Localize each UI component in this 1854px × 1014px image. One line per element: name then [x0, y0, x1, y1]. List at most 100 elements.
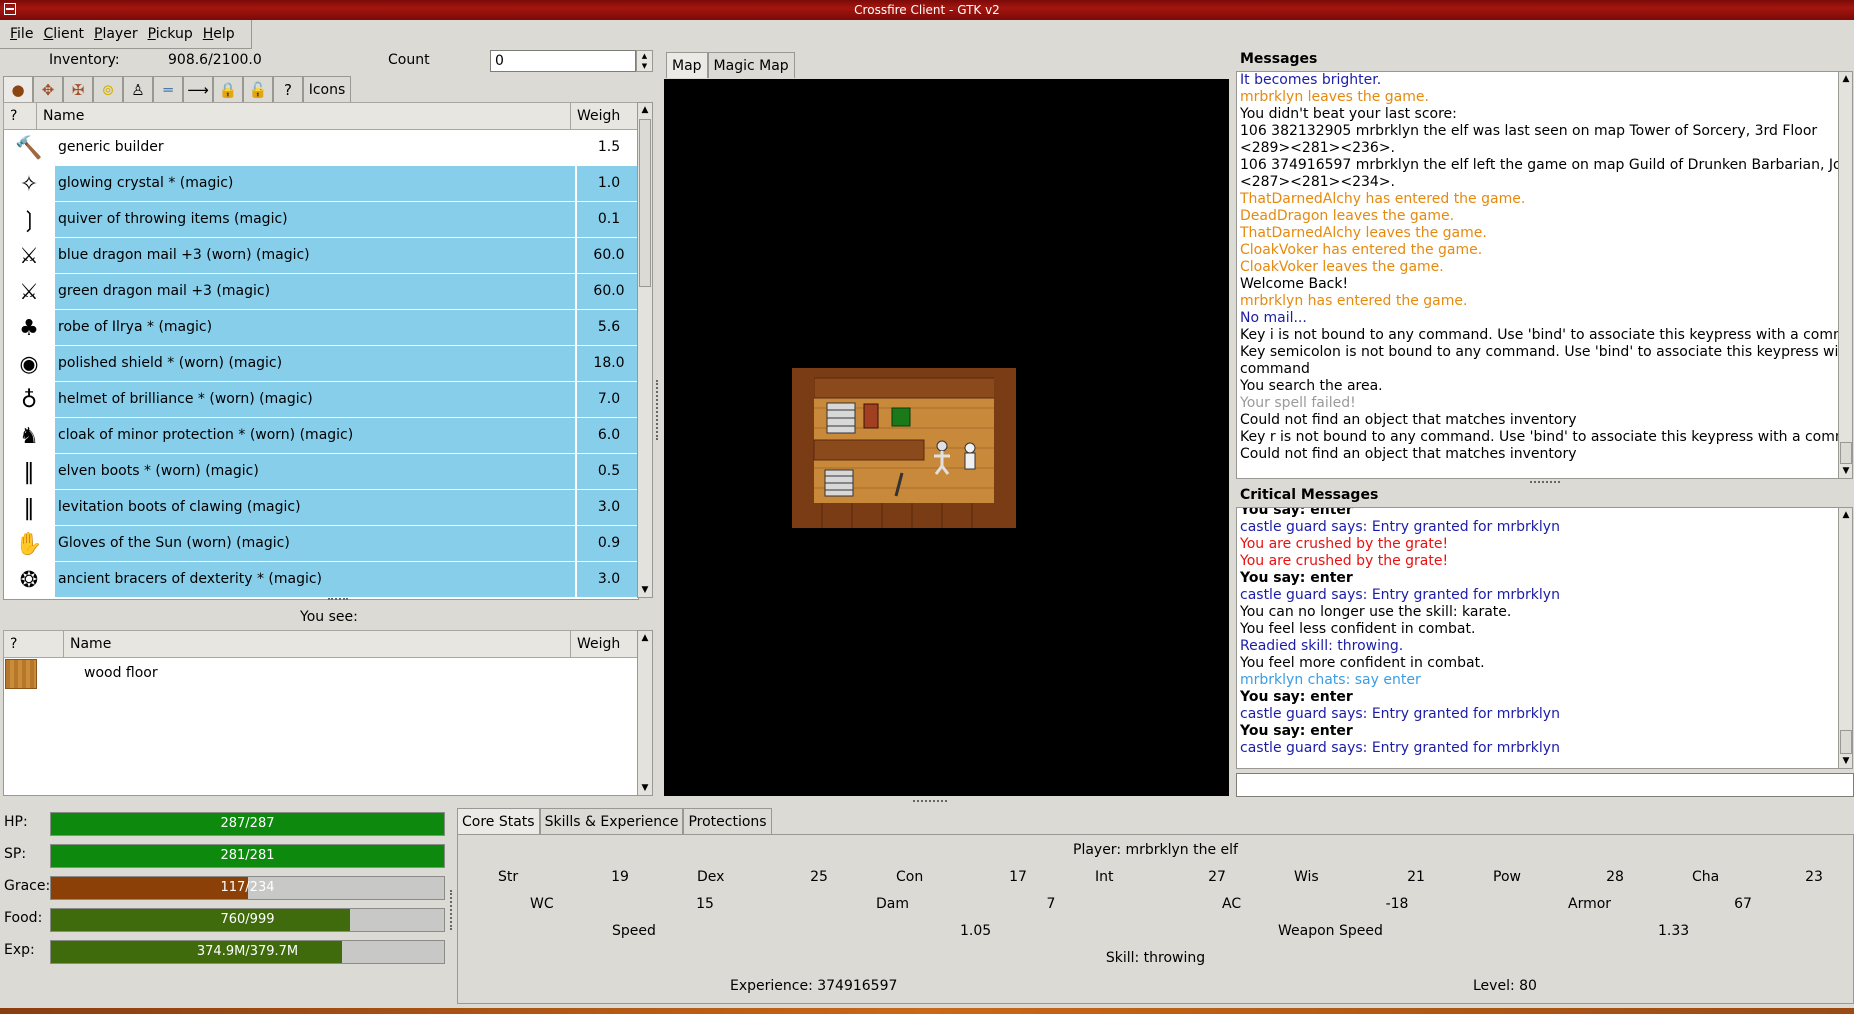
- combat-stat-value: 67: [1734, 896, 1752, 912]
- combat-stat-name: Dam: [876, 896, 909, 912]
- count-stepper[interactable]: ▲ ▼: [636, 50, 653, 72]
- messages-scrollbar[interactable]: ▲ ▼: [1838, 71, 1853, 479]
- message-line: It becomes brighter.: [1240, 72, 1382, 88]
- crossbow-icon[interactable]: ✠: [63, 76, 93, 104]
- inventory-item-weight: 5.6: [575, 310, 641, 345]
- message-line: CloakVoker leaves the game.: [1240, 259, 1444, 275]
- message-line: mrbrklyn leaves the game.: [1240, 89, 1429, 105]
- inventory-item[interactable]: ♁ helmet of brilliance * (worn) (magic) 7.…: [3, 382, 641, 418]
- tab-core-stats[interactable]: Core Stats: [457, 808, 540, 834]
- menu-file[interactable]: File: [5, 20, 38, 48]
- bottom-resize-handle[interactable]: [913, 800, 947, 803]
- critical-lines: You say: enter castle guard says: Entry g…: [1237, 508, 1838, 757]
- window-title: Crossfire Client - GTK v2: [854, 3, 1000, 17]
- tab-map[interactable]: Map: [666, 52, 708, 78]
- attr-name: Wis: [1294, 869, 1319, 885]
- inventory-col-name[interactable]: Name: [36, 102, 571, 130]
- message-line: Could not find an object that matches in…: [1240, 412, 1577, 428]
- inventory-item[interactable]: ⚔ blue dragon mail +3 (worn) (magic) 60.0: [3, 238, 641, 274]
- message-line: ThatDarnedAlchy has entered the game.: [1240, 191, 1526, 207]
- inventory-item-name: glowing crystal * (magic): [55, 166, 575, 201]
- map-view[interactable]: [664, 79, 1229, 796]
- icons-tab[interactable]: Icons: [303, 76, 351, 104]
- combat-stat-name: WC: [530, 896, 554, 912]
- inventory-item[interactable]: ♣ robe of Ilrya * (magic) 5.6: [3, 310, 641, 346]
- inventory-item[interactable]: ⚔ green dragon mail +3 (magic) 60.0: [3, 274, 641, 310]
- inventory-item[interactable]: ❂ ancient bracers of dexterity * (magic) 3…: [3, 562, 641, 598]
- scrollbar-thumb[interactable]: [1840, 730, 1852, 754]
- scrollbar-thumb[interactable]: [639, 119, 651, 287]
- inventory-col-flag[interactable]: ?: [3, 102, 37, 130]
- inventory-item[interactable]: ❳ quiver of throwing items (magic) 0.1: [3, 202, 641, 238]
- attr-name: Dex: [697, 869, 725, 885]
- bracers-icon: ❂: [19, 567, 39, 593]
- inventory-col-weight[interactable]: Weigh: [570, 102, 639, 130]
- lock-icon[interactable]: 🔒: [213, 76, 243, 104]
- current-skill: Skill: throwing: [1105, 950, 1206, 966]
- map-tabs: Map Magic Map: [666, 52, 795, 78]
- window-menu-icon[interactable]: [4, 3, 16, 15]
- menu-pickup[interactable]: Pickup: [143, 20, 198, 48]
- look-item-name[interactable]: wood floor: [84, 665, 158, 681]
- menu-help[interactable]: Help: [198, 20, 240, 48]
- scroll-up-icon[interactable]: ▲: [1839, 72, 1853, 86]
- inventory-item-weight: 1.5: [575, 130, 641, 165]
- wand-icon[interactable]: ═: [153, 76, 183, 104]
- unlock-icon[interactable]: 🔓: [243, 76, 273, 104]
- bag-icon[interactable]: ●: [3, 76, 33, 104]
- window-title-bar: Crossfire Client - GTK v2: [0, 0, 1854, 20]
- combat-stat-name: AC: [1222, 896, 1242, 912]
- scroll-down-icon[interactable]: ▼: [1839, 754, 1853, 768]
- attr-value: 28: [1606, 869, 1624, 885]
- scroll-icon[interactable]: ♙: [123, 76, 153, 104]
- menu-client[interactable]: Client: [38, 20, 89, 48]
- stack-icon[interactable]: ✥: [33, 76, 63, 104]
- crystal-icon: ✧: [19, 171, 39, 197]
- tab-magic-map[interactable]: Magic Map: [707, 52, 795, 78]
- coins-icon[interactable]: ⊚: [93, 76, 123, 104]
- map-wall-mid: [813, 439, 925, 461]
- inventory-item[interactable]: ◉ polished shield * (worn) (magic) 18.0: [3, 346, 641, 382]
- messages-resize-handle[interactable]: [1530, 481, 1560, 484]
- tab-skills-experience[interactable]: Skills & Experience: [539, 808, 684, 834]
- look-col-name[interactable]: Name: [63, 630, 571, 658]
- stats-resize-handle[interactable]: [450, 890, 454, 930]
- inventory-item[interactable]: ✧ glowing crystal * (magic) 1.0: [3, 166, 641, 202]
- critical-message-line: castle guard says: Entry granted for mrb…: [1240, 519, 1560, 535]
- count-input[interactable]: 0: [490, 50, 636, 72]
- speed-stat-name: Weapon Speed: [1278, 923, 1383, 939]
- look-scrollbar[interactable]: ▲ ▼: [637, 630, 653, 796]
- boots-icon: ‖: [23, 459, 35, 485]
- message-line: DeadDragon leaves the game.: [1240, 208, 1455, 224]
- inventory-item[interactable]: ‖ elven boots * (worn) (magic) 0.5: [3, 454, 641, 490]
- scroll-down-icon[interactable]: ▼: [638, 781, 652, 795]
- inventory-scrollbar[interactable]: ▲ ▼: [637, 102, 653, 598]
- scrollbar-thumb[interactable]: [1840, 442, 1852, 464]
- combat-stat-value: -18: [1385, 896, 1409, 912]
- critical-message-line: You are crushed by the grate!: [1240, 553, 1449, 569]
- inventory-item-weight: 6.0: [575, 418, 641, 453]
- inventory-item[interactable]: ‖ levitation boots of clawing (magic) 3.0: [3, 490, 641, 526]
- unidentified-icon[interactable]: ?: [273, 76, 303, 104]
- inventory-item[interactable]: 🔨 generic builder 1.5: [3, 130, 641, 166]
- message-line: Could not find an object that matches in…: [1240, 446, 1577, 462]
- inventory-item[interactable]: ♞ cloak of minor protection * (worn) (mag…: [3, 418, 641, 454]
- scroll-up-icon[interactable]: ▲: [638, 631, 652, 645]
- inventory-item[interactable]: ✋ Gloves of the Sun (worn) (magic) 0.9: [3, 526, 641, 562]
- inventory-item-weight: 18.0: [575, 346, 641, 381]
- scroll-down-icon[interactable]: ▼: [1839, 464, 1853, 478]
- map-resize-handle[interactable]: [656, 380, 660, 440]
- arrow-icon[interactable]: ⟶: [183, 76, 213, 104]
- inventory-item-weight: 0.1: [575, 202, 641, 237]
- tab-protections[interactable]: Protections: [683, 808, 772, 834]
- look-col-weight[interactable]: Weigh: [570, 630, 639, 658]
- look-col-flag[interactable]: ?: [3, 630, 64, 658]
- critical-scrollbar[interactable]: ▲ ▼: [1838, 507, 1853, 769]
- scroll-up-icon[interactable]: ▲: [1839, 508, 1853, 522]
- scroll-up-icon[interactable]: ▲: [638, 103, 652, 117]
- stat-bar: 287/287: [50, 812, 445, 836]
- menu-player[interactable]: Player: [89, 20, 143, 48]
- scroll-down-icon[interactable]: ▼: [638, 583, 652, 597]
- pane-resize-handle[interactable]: [328, 598, 348, 602]
- command-input[interactable]: [1236, 773, 1854, 797]
